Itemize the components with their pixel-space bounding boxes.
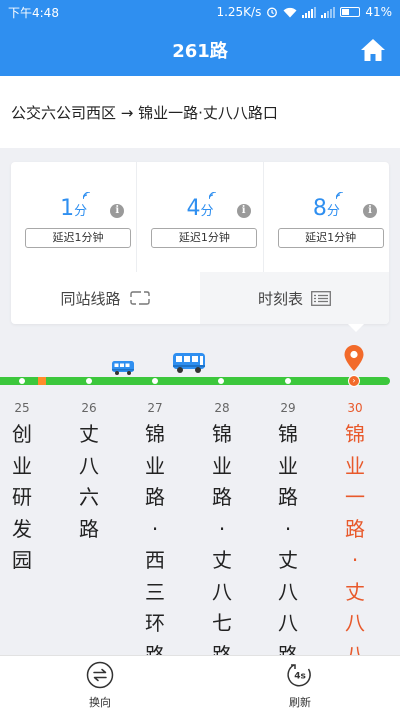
tab-timetable[interactable]: 时刻表 — [200, 272, 389, 324]
stop-name[interactable]: 创业研发园 — [10, 419, 34, 577]
refresh-button[interactable]: 4s 刷新 — [270, 661, 330, 709]
congestion-segment — [38, 377, 46, 385]
delay-badge: 延迟1分钟 — [277, 228, 384, 248]
card-pointer — [348, 324, 364, 332]
stop-number: 29 — [280, 401, 296, 415]
alarm-icon — [267, 7, 278, 18]
battery-level: 41% — [365, 5, 392, 19]
realtime-signal-icon — [209, 192, 217, 200]
stop-number: 25 — [14, 401, 30, 415]
arrivals-row: 1分 i 延迟1分钟 4分 i 延迟1分钟 8分 i 延迟1分钟 — [11, 162, 389, 272]
stop-dot — [86, 378, 92, 384]
arrival-unit: 分 — [200, 204, 214, 219]
stop-name[interactable]: 丈八六路 — [77, 419, 101, 545]
stop-dot — [218, 378, 224, 384]
transfer-lines-icon — [129, 291, 150, 305]
refresh-icon: 4s — [287, 664, 311, 687]
switch-direction-label: 换向 — [89, 696, 111, 709]
stop-number: 26 — [81, 401, 97, 415]
tab-label: 时刻表 — [257, 289, 303, 308]
switch-direction-icon — [86, 661, 114, 689]
stop-dot — [152, 378, 158, 384]
arrival-unit: 分 — [326, 204, 340, 219]
stop-number-current: 30 — [347, 401, 363, 415]
wifi-icon — [283, 7, 297, 17]
arrival-item[interactable]: 4分 i 延迟1分钟 — [137, 162, 264, 272]
signal-icon — [302, 6, 317, 18]
arrival-item[interactable]: 8分 i 延迟1分钟 — [264, 162, 389, 272]
bus-icon[interactable] — [172, 352, 206, 378]
card-tabs: 同站线路 时刻表 — [11, 272, 389, 324]
switch-direction-button[interactable]: 换向 — [70, 661, 130, 709]
refresh-countdown: 4s — [294, 672, 306, 682]
home-icon[interactable] — [360, 37, 386, 63]
status-icons: 1.25K/s 41% — [216, 5, 392, 19]
tab-same-station-lines[interactable]: 同站线路 — [11, 272, 200, 324]
signal-icon-2 — [321, 6, 336, 18]
refresh-label: 刷新 — [289, 696, 311, 709]
stop-name-current[interactable]: 锦业一路·丈八八路口 — [343, 419, 367, 655]
arrival-minutes: 1 — [60, 196, 75, 221]
delay-badge: 延迟1分钟 — [151, 228, 258, 248]
arrival-unit: 分 — [74, 204, 88, 219]
stop-number: 27 — [147, 401, 163, 415]
arrival-minutes: 8 — [312, 196, 327, 221]
arrival-card: 1分 i 延迟1分钟 4分 i 延迟1分钟 8分 i 延迟1分钟 同站线路 时刻… — [11, 162, 389, 324]
status-bar: 下午4:48 1.25K/s 41% — [0, 0, 400, 24]
stop-dot — [285, 378, 291, 384]
delay-badge: 延迟1分钟 — [25, 228, 131, 248]
nav-bar: 261路 — [0, 24, 400, 76]
realtime-signal-icon — [83, 192, 91, 200]
tab-label: 同站线路 — [60, 289, 121, 308]
battery-icon — [340, 7, 361, 17]
location-pin-icon — [344, 345, 364, 371]
arrival-item[interactable]: 1分 i 延迟1分钟 — [11, 162, 138, 272]
page-title: 261路 — [172, 41, 228, 62]
route-line — [0, 377, 390, 385]
info-icon[interactable]: i — [236, 204, 251, 218]
network-speed: 1.25K/s — [216, 5, 262, 19]
realtime-signal-icon — [335, 192, 343, 200]
info-icon[interactable]: i — [362, 204, 377, 218]
current-stop-dot: › — [348, 375, 360, 387]
bottom-bar: 换向 4s 刷新 — [0, 655, 400, 711]
stop-number: 28 — [214, 401, 230, 415]
status-time: 下午4:48 — [8, 5, 59, 20]
list-icon — [311, 290, 331, 306]
arrival-minutes: 4 — [186, 196, 201, 221]
stop-dot — [19, 378, 25, 384]
route-direction: 公交六公司西区 → 锦业一路·丈八八路口 — [0, 76, 400, 148]
